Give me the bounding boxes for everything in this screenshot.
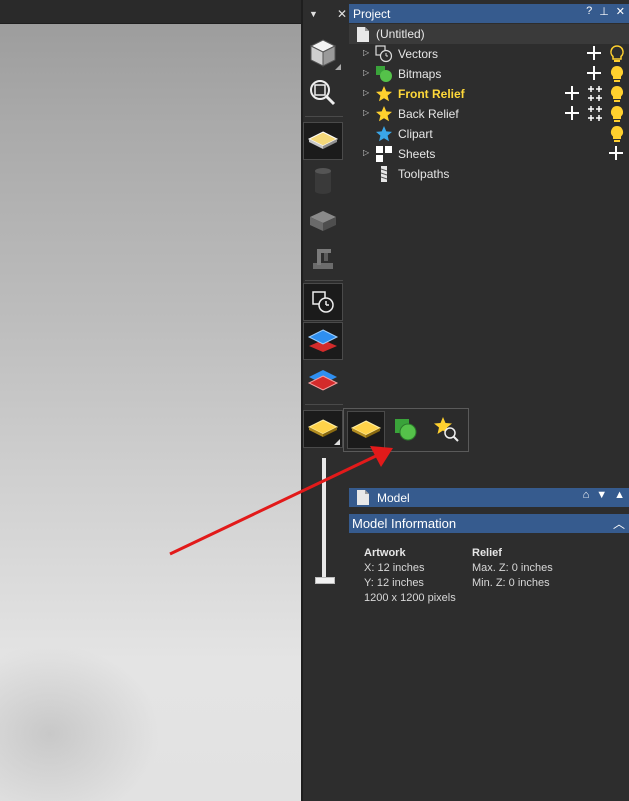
zoom-to-fit-icon[interactable] xyxy=(303,74,343,112)
artwork-info: Artwork X: 12 inches Y: 12 inches 1200 x… xyxy=(364,546,456,606)
chevron-up-icon[interactable]: ︿ xyxy=(613,515,625,532)
project-root-item[interactable]: (Untitled) xyxy=(349,24,629,44)
tree-item-back-relief[interactable]: ▷ Back Relief xyxy=(349,104,629,124)
relief-info: Relief Max. Z: 0 inches Min. Z: 0 inches xyxy=(472,546,553,591)
tree-item-sheets[interactable]: ▷ Sheets xyxy=(349,144,629,164)
document-icon xyxy=(357,26,369,42)
add-icon[interactable] xyxy=(564,85,580,101)
artwork-x: X: 12 inches xyxy=(364,562,425,574)
yellow-layer-icon[interactable] xyxy=(303,410,343,448)
close-icon[interactable]: ✕ xyxy=(616,5,625,18)
toolbar-close-icon[interactable]: ✕ xyxy=(337,7,347,21)
lightbulb-outline-icon[interactable] xyxy=(608,45,626,63)
expand-arrow-icon[interactable]: ▷ xyxy=(363,68,369,77)
blue-layer-stack-icon[interactable] xyxy=(303,322,343,360)
star-icon xyxy=(375,85,393,103)
toolbar-separator xyxy=(305,280,343,281)
toolbar-separator xyxy=(305,404,343,405)
cylinder-icon[interactable] xyxy=(303,162,343,200)
vector-clock-icon[interactable] xyxy=(303,283,343,321)
tree-item-bitmaps[interactable]: ▷ Bitmaps xyxy=(349,64,629,84)
tree-item-label: Clipart xyxy=(398,127,433,141)
project-panel-title: Project xyxy=(353,6,391,21)
artwork-y: Y: 12 inches xyxy=(364,577,424,589)
add-icon[interactable] xyxy=(564,105,580,121)
toolbar-top-controls: ▼ ✕ xyxy=(309,6,347,22)
3d-viewport[interactable] xyxy=(0,24,301,801)
model-information-title: Model Information xyxy=(352,516,457,531)
model-panel-controls: ⌂ ▼ ▲ xyxy=(583,489,625,501)
pin-icon[interactable]: ⊥ xyxy=(599,5,609,18)
viewport-top-strip xyxy=(0,0,303,24)
vertical-toolbar: ▼ ✕ xyxy=(303,0,348,801)
vectors-icon xyxy=(375,45,393,63)
lightbulb-icon[interactable] xyxy=(608,125,626,143)
grid-plus-icon[interactable] xyxy=(586,105,604,123)
tree-item-front-relief[interactable]: ▷ Front Relief xyxy=(349,84,629,104)
document-icon xyxy=(357,490,369,505)
tree-item-vectors[interactable]: ▷ Vectors xyxy=(349,44,629,64)
project-panel-header: Project ? ⊥ ✕ xyxy=(349,4,629,23)
artwork-heading: Artwork xyxy=(364,547,406,559)
toolbar-dropdown-icon[interactable]: ▼ xyxy=(309,9,318,19)
expand-arrow-icon[interactable]: ▷ xyxy=(363,108,369,117)
relief-max-z: Max. Z: 0 inches xyxy=(472,562,553,574)
expand-arrow-icon[interactable]: ▷ xyxy=(363,88,369,97)
project-root-label: (Untitled) xyxy=(376,27,425,41)
tree-item-label: Toolpaths xyxy=(398,167,450,181)
star-icon xyxy=(375,105,393,123)
tree-item-label: Back Relief xyxy=(398,107,459,121)
model-panel-title: Model xyxy=(377,490,410,505)
grid-plus-icon[interactable] xyxy=(586,85,604,103)
expand-up-icon[interactable]: ▲ xyxy=(614,489,625,501)
lightbulb-icon[interactable] xyxy=(608,85,626,103)
collapse-down-icon[interactable]: ▼ xyxy=(596,489,607,501)
toolbar-separator xyxy=(305,116,343,117)
zoom-slider-handle[interactable] xyxy=(315,577,335,584)
tree-item-toolpaths[interactable]: Toolpaths xyxy=(349,164,629,184)
star-zoom-icon[interactable] xyxy=(428,411,466,449)
expand-arrow-icon[interactable]: ▷ xyxy=(363,148,369,157)
artwork-pixels: 1200 x 1200 pixels xyxy=(364,592,456,604)
relief-min-z: Min. Z: 0 inches xyxy=(472,577,550,589)
project-panel-controls: ? ⊥ ✕ xyxy=(586,5,625,18)
tree-item-label: Sheets xyxy=(398,147,436,161)
lightbulb-icon[interactable] xyxy=(608,65,626,83)
viewport-shadow xyxy=(0,644,160,801)
relief-layer-icon[interactable] xyxy=(303,122,343,160)
model-information-header[interactable]: Model Information ︿ xyxy=(349,514,629,533)
block-icon[interactable] xyxy=(303,202,343,240)
home-icon[interactable]: ⌂ xyxy=(583,489,590,501)
tree-item-clipart[interactable]: Clipart xyxy=(349,124,629,144)
bitmaps-icon xyxy=(375,65,393,83)
add-icon[interactable] xyxy=(586,45,602,61)
sheets-icon xyxy=(375,145,393,163)
zoom-slider-track[interactable] xyxy=(322,458,326,580)
add-icon[interactable] xyxy=(608,145,624,161)
toolpath-icon xyxy=(375,165,393,183)
blue-star-icon xyxy=(375,125,393,143)
3d-view-icon[interactable] xyxy=(303,34,343,72)
tree-item-label: Vectors xyxy=(398,47,439,61)
bitmap-shapes-icon[interactable] xyxy=(387,411,425,449)
expand-arrow-icon[interactable]: ▷ xyxy=(363,48,369,57)
red-layer-stack-icon[interactable] xyxy=(303,362,343,400)
tree-item-label: Bitmaps xyxy=(398,67,442,81)
relief-heading: Relief xyxy=(472,547,502,559)
add-icon[interactable] xyxy=(586,65,602,81)
layer-flyout-menu xyxy=(343,408,469,452)
model-panel-header: Model ⌂ ▼ ▲ xyxy=(349,488,629,507)
help-icon[interactable]: ? xyxy=(586,5,592,18)
lightbulb-icon[interactable] xyxy=(608,105,626,123)
tree-item-label: Front Relief xyxy=(398,87,465,101)
yellow-layer-icon[interactable] xyxy=(347,411,385,449)
machine-icon[interactable] xyxy=(303,240,343,278)
